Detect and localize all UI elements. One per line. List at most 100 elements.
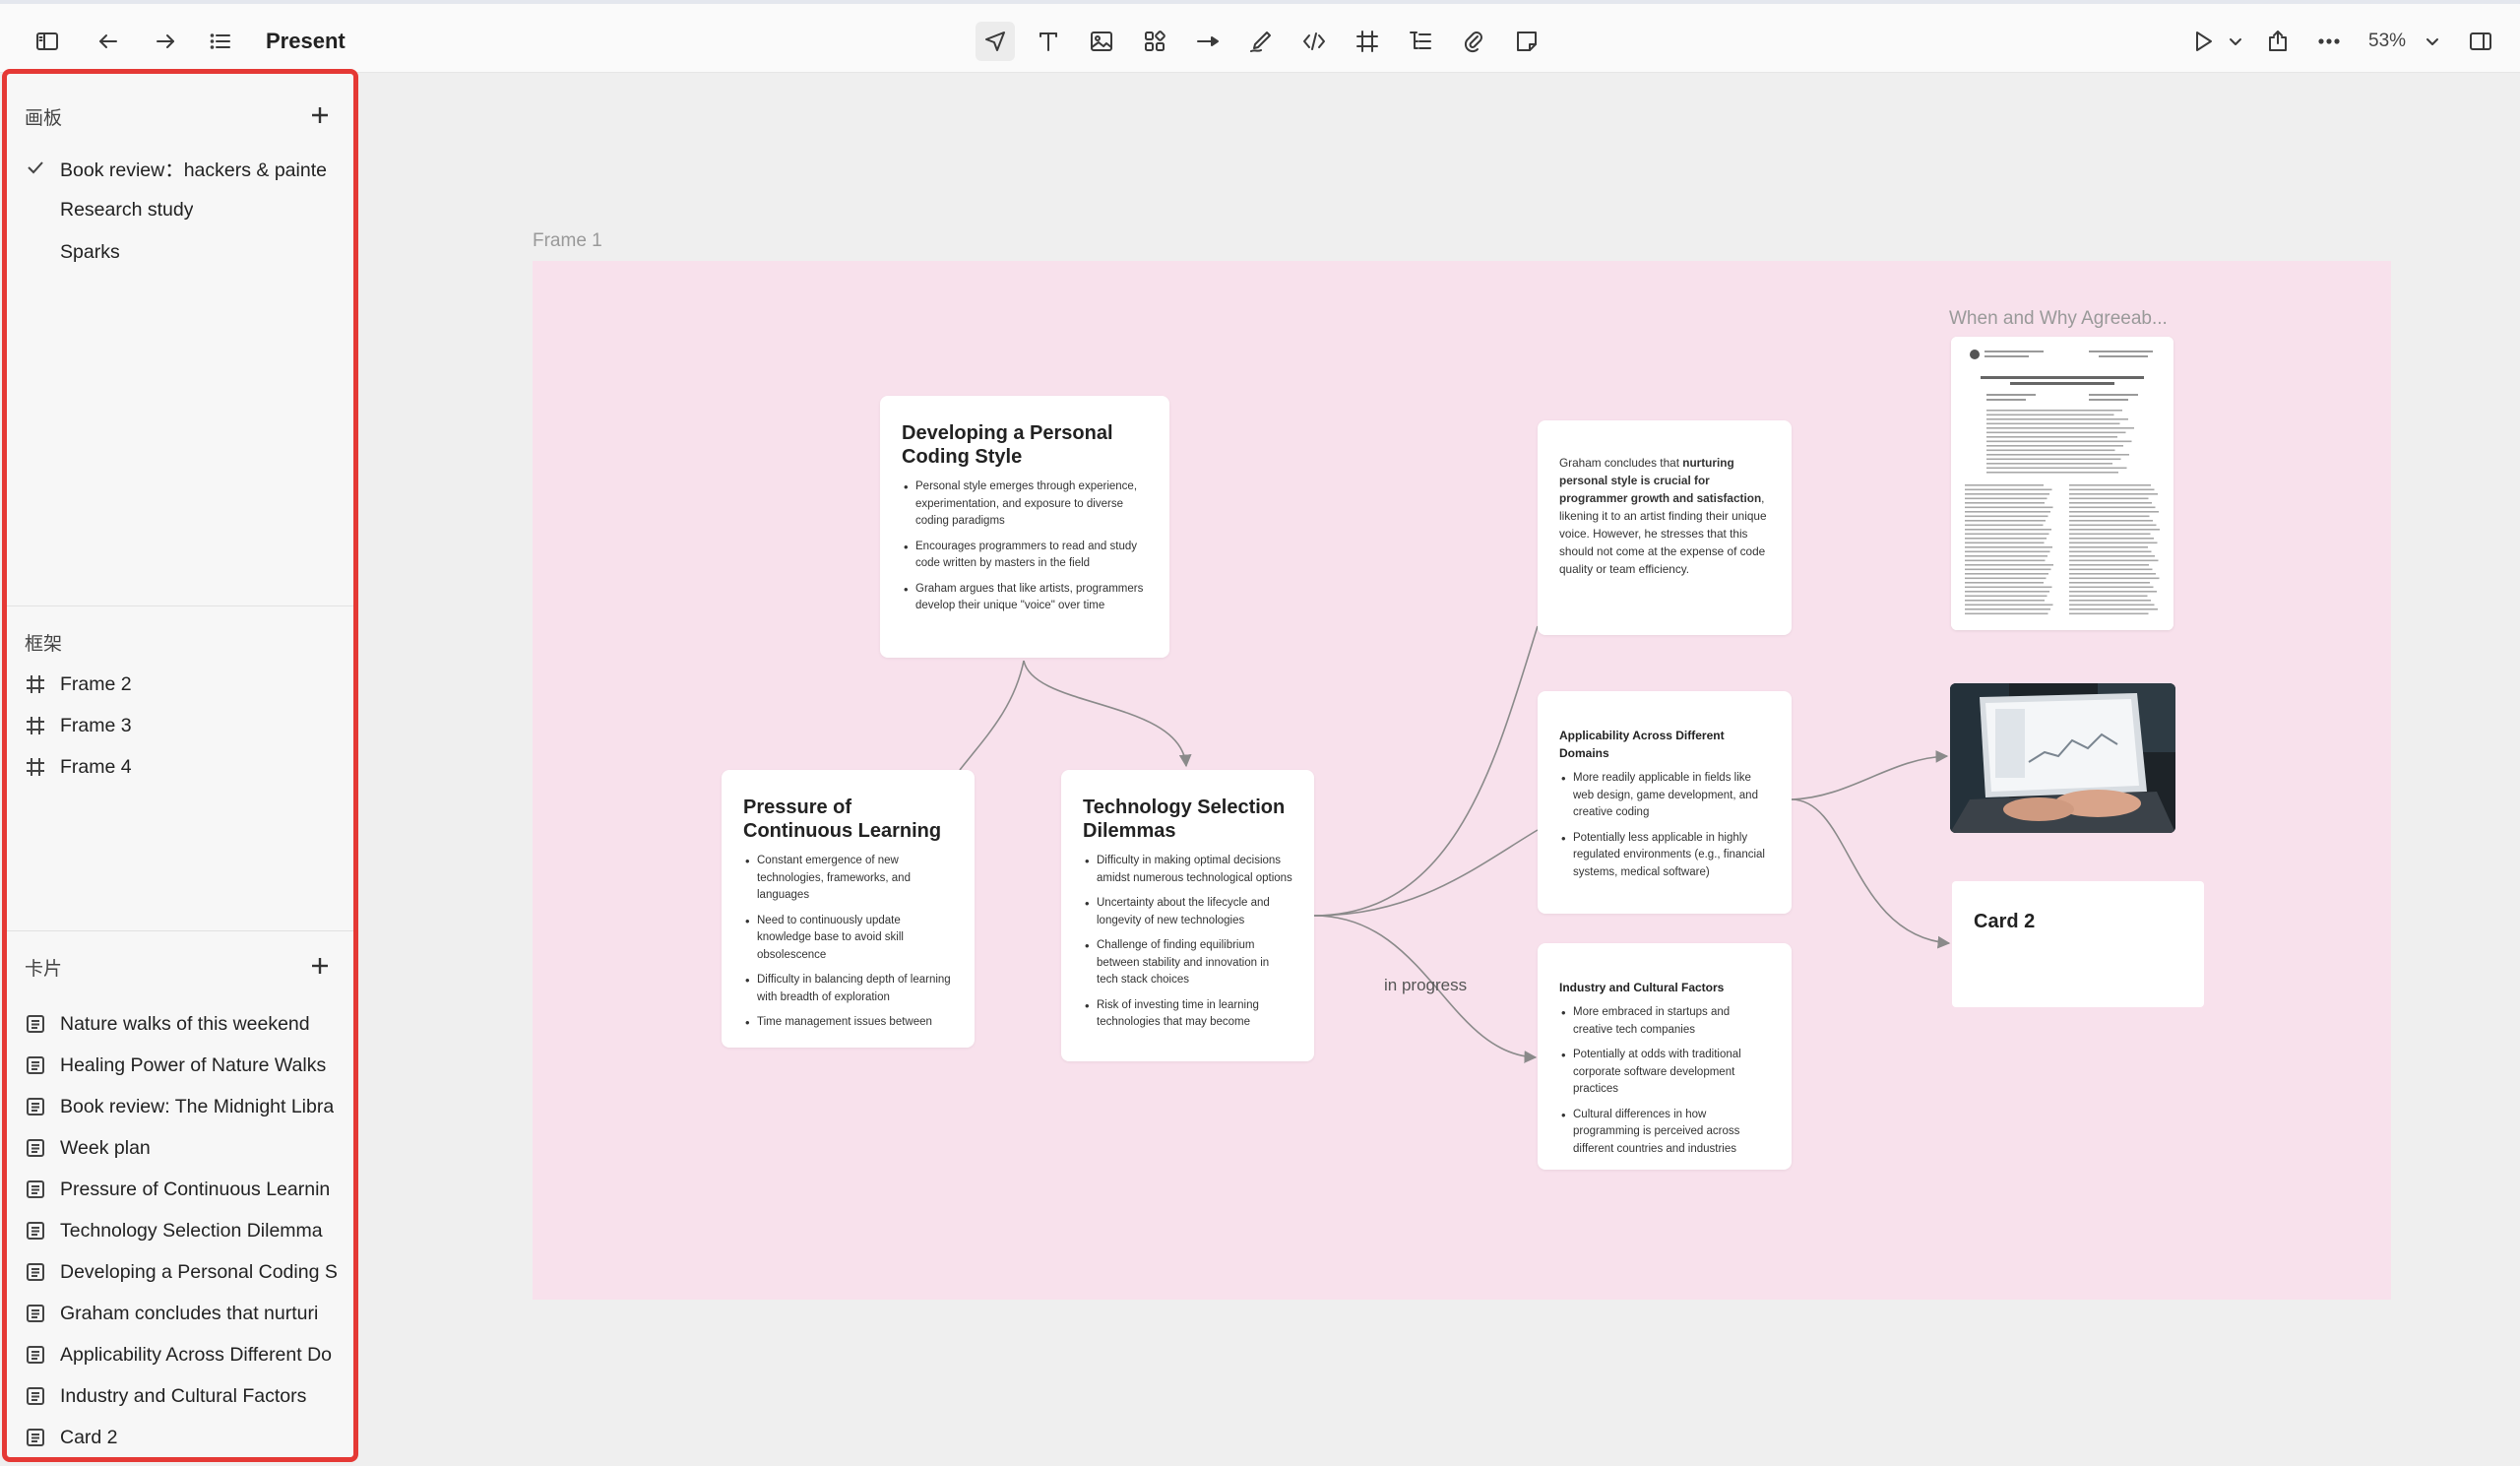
card-list-item[interactable]: Book review: The Midnight Libra <box>25 1089 340 1124</box>
card-industry-cultural[interactable]: Industry and Cultural Factors More embra… <box>1538 943 1792 1170</box>
play-icon[interactable] <box>2183 22 2223 61</box>
card-developing-personal-style[interactable]: Developing a Personal Coding Style Perso… <box>880 396 1169 658</box>
card-list-item[interactable]: Healing Power of Nature Walks <box>25 1048 340 1083</box>
outline-list-icon[interactable] <box>201 22 240 61</box>
back-arrow-icon[interactable] <box>89 22 128 61</box>
zoom-level[interactable]: 53% <box>2368 31 2406 52</box>
text-tool-icon[interactable] <box>1029 22 1068 61</box>
select-pointer-icon[interactable] <box>976 22 1015 61</box>
frame-item-frame-4[interactable]: Frame 4 <box>25 749 340 785</box>
frame-item-label: Frame 3 <box>60 714 132 736</box>
image-tool-icon[interactable] <box>1082 22 1121 61</box>
frame-hash-icon <box>25 715 46 736</box>
components-icon[interactable] <box>1135 22 1174 61</box>
card-bullets: Constant emergence of new technologies, … <box>743 853 953 1032</box>
card-list-item[interactable]: Applicability Across Different Do <box>25 1337 340 1372</box>
card-bullets: More embraced in startups and creative t… <box>1559 1004 1770 1158</box>
card-list-item-label: Healing Power of Nature Walks <box>60 1053 327 1076</box>
card-bullets: Personal style emerges through experienc… <box>902 478 1148 615</box>
card-list-item-label: Book review: The Midnight Libra <box>60 1095 335 1117</box>
card-bullet: Encourages programmers to read and study… <box>902 539 1148 573</box>
card-title: Applicability Across Different Domains <box>1559 729 1725 760</box>
board-item-research-study[interactable]: Research study <box>25 192 340 227</box>
card-bullet: Need to continuously update knowledge ba… <box>743 913 953 965</box>
card-bullets: Difficulty in making optimal decisions a… <box>1083 853 1292 1032</box>
more-options-icon[interactable] <box>2309 22 2349 61</box>
edge-label-in-progress[interactable]: in progress <box>1384 976 1467 995</box>
card-bullet: More readily applicable in fields like w… <box>1559 770 1770 822</box>
card-bullet: Difficulty in making optimal decisions a… <box>1083 853 1292 887</box>
add-card-plus-icon[interactable] <box>308 954 332 978</box>
card-list-item[interactable]: Developing a Personal Coding S <box>25 1254 340 1290</box>
card-list-item-label: Week plan <box>60 1136 151 1159</box>
card-applicability-domains[interactable]: Applicability Across Different Domains M… <box>1538 691 1792 914</box>
sticky-note-icon[interactable] <box>1507 22 1546 61</box>
laptop-illustration <box>1950 683 2175 833</box>
card-list-item[interactable]: Technology Selection Dilemma <box>25 1213 340 1248</box>
card-2[interactable]: Card 2 <box>1952 881 2204 1007</box>
frame-hash-icon <box>25 756 46 778</box>
card-technology-selection[interactable]: Technology Selection Dilemmas Difficulty… <box>1061 770 1314 1061</box>
checkmark-icon <box>25 157 46 178</box>
card-document-icon <box>25 1013 46 1035</box>
pen-draw-icon[interactable] <box>1241 22 1281 61</box>
frame-item-frame-3[interactable]: Frame 3 <box>25 708 340 743</box>
card-list-item[interactable]: Industry and Cultural Factors <box>25 1378 340 1414</box>
frame-item-frame-2[interactable]: Frame 2 <box>25 667 340 702</box>
card-bullet: Potentially less applicable in highly re… <box>1559 830 1770 882</box>
card-document-icon <box>25 1303 46 1324</box>
card-bullet: Risk of investing time in learning techn… <box>1083 997 1292 1032</box>
card-pressure-continuous-learning[interactable]: Pressure of Continuous Learning Constant… <box>722 770 975 1048</box>
attachment-icon[interactable] <box>1454 22 1493 61</box>
card-document-icon <box>25 1179 46 1200</box>
card-document-icon <box>25 1054 46 1076</box>
card-document-icon <box>25 1096 46 1117</box>
card-text-pre: Graham concludes that <box>1559 456 1683 470</box>
card-list-item-label: Industry and Cultural Factors <box>60 1384 307 1407</box>
chevron-down-icon[interactable] <box>2221 22 2250 61</box>
card-list-item-label: Applicability Across Different Do <box>60 1343 333 1366</box>
add-board-plus-icon[interactable] <box>308 103 332 127</box>
laptop-photo-image[interactable] <box>1950 683 2175 833</box>
cards-section-title: 卡片 <box>25 959 63 980</box>
forward-arrow-icon[interactable] <box>146 22 185 61</box>
card-document-icon <box>25 1261 46 1283</box>
card-document-icon <box>25 1344 46 1366</box>
card-bullet: Challenge of finding equilibrium between… <box>1083 937 1292 989</box>
share-export-icon[interactable] <box>2258 22 2298 61</box>
right-panel-toggle-icon[interactable] <box>2461 22 2500 61</box>
board-item-sparks[interactable]: Sparks <box>25 234 340 270</box>
card-list-item-label: Pressure of Continuous Learnin <box>60 1178 331 1200</box>
board-item-hackers-painters[interactable]: Book review：hackers & painte <box>25 150 340 185</box>
connector-arrow-icon[interactable] <box>1188 22 1228 61</box>
section-divider <box>7 930 353 931</box>
frame-item-label: Frame 2 <box>60 672 132 695</box>
zoom-chevron-down-icon[interactable] <box>2418 22 2447 61</box>
frames-section-title: 框架 <box>25 634 63 655</box>
card-graham-concludes[interactable]: Graham concludes that nurturing personal… <box>1538 420 1792 635</box>
boards-section-title: 画板 <box>25 108 63 129</box>
frame-tool-icon[interactable] <box>1348 22 1387 61</box>
card-list-item[interactable]: Pressure of Continuous Learnin <box>25 1172 340 1207</box>
mindmap-icon[interactable] <box>1401 22 1440 61</box>
card-bullets: More readily applicable in fields like w… <box>1559 770 1770 881</box>
card-bullet: More embraced in startups and creative t… <box>1559 1004 1770 1039</box>
card-list-item-label: Nature walks of this weekend <box>60 1012 310 1035</box>
card-list-item[interactable]: Card 2 <box>25 1420 340 1455</box>
card-list-item[interactable]: Nature walks of this weekend <box>25 1006 340 1042</box>
card-list-item[interactable]: Graham concludes that nurturi <box>25 1296 340 1331</box>
sidebar-toggle-icon[interactable] <box>28 22 67 61</box>
present-button[interactable]: Present <box>266 29 346 54</box>
pdf-title[interactable]: When and Why Agreeab... <box>1949 308 2168 330</box>
card-text: Graham concludes that nurturing personal… <box>1559 454 1770 578</box>
pdf-document-thumbnail[interactable] <box>1951 337 2174 630</box>
pdf-page-preview <box>1951 337 2174 630</box>
frame-title[interactable]: Frame 1 <box>533 230 602 252</box>
code-block-icon[interactable] <box>1294 22 1334 61</box>
card-list-item[interactable]: Week plan <box>25 1130 340 1166</box>
card-title: Pressure of Continuous Learning <box>743 797 942 842</box>
top-toolbar: Present 53% <box>0 0 2520 73</box>
card-document-icon <box>25 1137 46 1159</box>
frame-item-label: Frame 4 <box>60 755 132 778</box>
card-bullet: Time management issues between <box>743 1014 953 1032</box>
